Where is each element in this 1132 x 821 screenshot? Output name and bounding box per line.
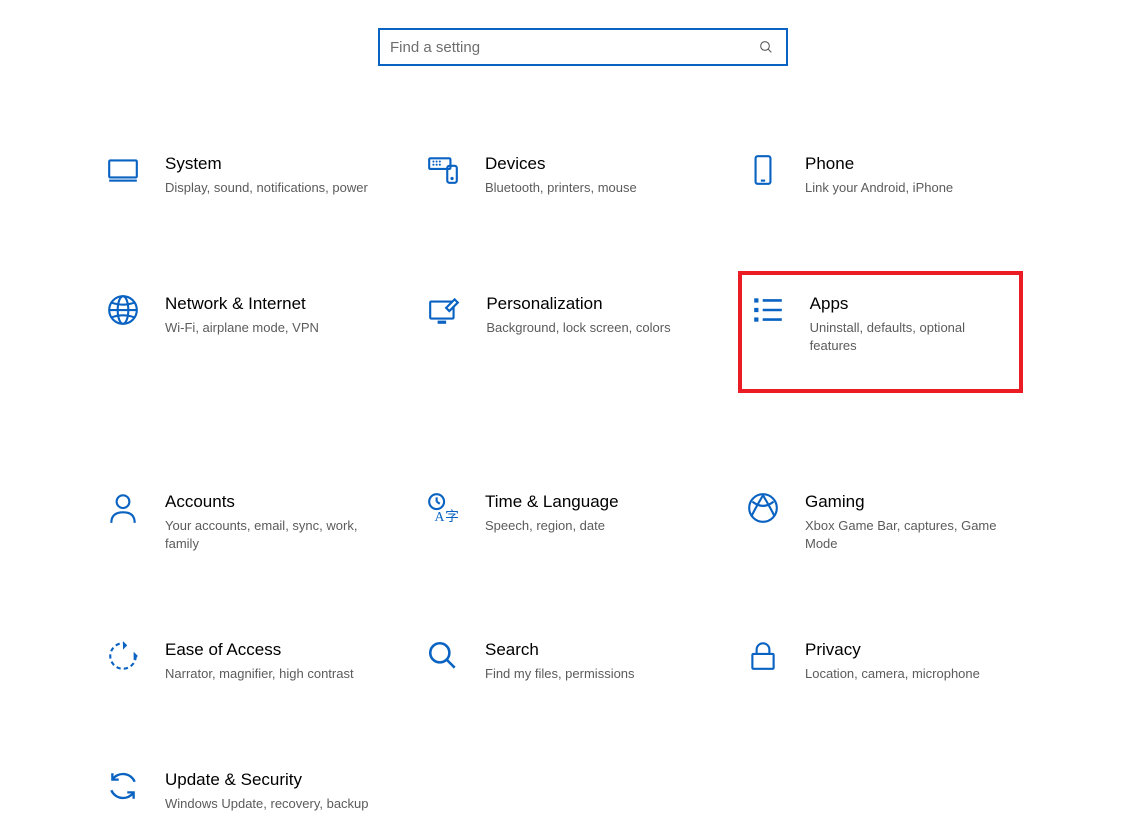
tile-desc: Your accounts, email, sync, work, family xyxy=(165,517,375,553)
search-category-icon xyxy=(425,639,461,675)
tile-title: Devices xyxy=(485,153,703,175)
tile-phone[interactable]: Phone Link your Android, iPhone xyxy=(745,145,1023,205)
tile-ease-of-access[interactable]: Ease of Access Narrator, magnifier, high… xyxy=(105,631,383,691)
tile-title: Apps xyxy=(810,293,1011,315)
tile-desc: Link your Android, iPhone xyxy=(805,179,1015,197)
tile-title: Personalization xyxy=(486,293,705,315)
network-icon xyxy=(105,293,141,329)
tile-title: System xyxy=(165,153,383,175)
update-security-icon xyxy=(105,769,141,805)
tile-desc: Speech, region, date xyxy=(485,517,695,535)
ease-of-access-icon xyxy=(105,639,141,675)
tile-title: Phone xyxy=(805,153,1023,175)
tile-title: Gaming xyxy=(805,491,1023,513)
tile-update-security[interactable]: Update & Security Windows Update, recove… xyxy=(105,761,400,821)
tile-privacy[interactable]: Privacy Location, camera, microphone xyxy=(745,631,1023,691)
search-icon xyxy=(746,30,786,64)
tile-apps[interactable]: Apps Uninstall, defaults, optional featu… xyxy=(738,271,1023,393)
tile-title: Privacy xyxy=(805,639,1023,661)
tile-network[interactable]: Network & Internet Wi-Fi, airplane mode,… xyxy=(105,285,384,393)
accounts-icon xyxy=(105,491,141,527)
tile-accounts[interactable]: Accounts Your accounts, email, sync, wor… xyxy=(105,483,383,561)
tile-desc: Windows Update, recovery, backup xyxy=(165,795,375,813)
personalization-icon xyxy=(426,293,462,329)
tile-gaming[interactable]: Gaming Xbox Game Bar, captures, Game Mod… xyxy=(745,483,1023,561)
settings-categories: System Display, sound, notifications, po… xyxy=(105,145,1065,821)
tile-time-language[interactable]: A 字 Time & Language Speech, region, date xyxy=(425,483,703,561)
privacy-icon xyxy=(745,639,781,675)
gaming-icon xyxy=(745,491,781,527)
tile-personalization[interactable]: Personalization Background, lock screen,… xyxy=(426,285,705,393)
tile-desc: Bluetooth, printers, mouse xyxy=(485,179,695,197)
tile-system[interactable]: System Display, sound, notifications, po… xyxy=(105,145,383,205)
tile-desc: Display, sound, notifications, power xyxy=(165,179,375,197)
tile-desc: Xbox Game Bar, captures, Game Mode xyxy=(805,517,1015,553)
tile-desc: Uninstall, defaults, optional features xyxy=(810,319,1011,355)
search-input[interactable] xyxy=(380,30,746,64)
settings-home: System Display, sound, notifications, po… xyxy=(0,0,1132,760)
tile-desc: Narrator, magnifier, high contrast xyxy=(165,665,375,683)
system-icon xyxy=(105,153,141,189)
tile-desc: Find my files, permissions xyxy=(485,665,695,683)
tile-desc: Location, camera, microphone xyxy=(805,665,1015,683)
time-language-icon: A 字 xyxy=(425,491,461,527)
tile-title: Ease of Access xyxy=(165,639,383,661)
tile-title: Update & Security xyxy=(165,769,400,791)
tile-desc: Wi-Fi, airplane mode, VPN xyxy=(165,319,375,337)
devices-icon xyxy=(425,153,461,189)
svg-text:字: 字 xyxy=(445,509,459,524)
tile-desc: Background, lock screen, colors xyxy=(486,319,696,337)
svg-text:A: A xyxy=(435,509,445,524)
tile-title: Search xyxy=(485,639,703,661)
tile-title: Network & Internet xyxy=(165,293,384,315)
tile-title: Time & Language xyxy=(485,491,703,513)
search-box[interactable] xyxy=(378,28,788,66)
tile-devices[interactable]: Devices Bluetooth, printers, mouse xyxy=(425,145,703,205)
tile-search[interactable]: Search Find my files, permissions xyxy=(425,631,703,691)
apps-icon xyxy=(750,293,786,329)
tile-title: Accounts xyxy=(165,491,383,513)
phone-icon xyxy=(745,153,781,189)
